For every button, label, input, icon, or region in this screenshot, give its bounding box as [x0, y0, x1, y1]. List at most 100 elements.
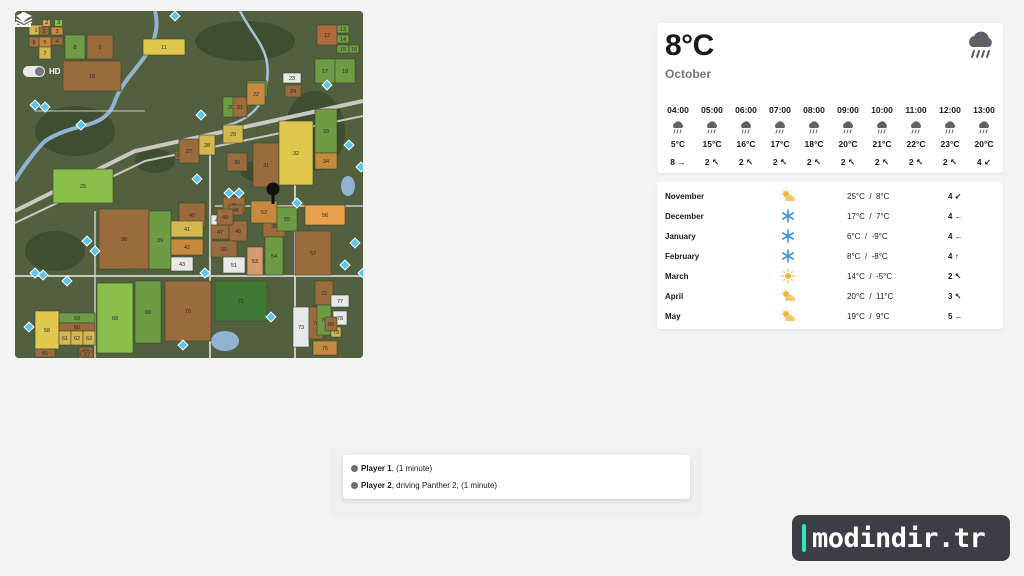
forecast-temperatures: 20°C / 11°C — [847, 292, 893, 301]
map-field[interactable]: 14 — [336, 34, 350, 44]
map-field[interactable]: 21 — [232, 96, 248, 118]
map-field[interactable]: 29 — [222, 124, 244, 144]
forecast-wind: 4 ← — [948, 212, 963, 221]
map-field[interactable]: 33 — [314, 108, 338, 154]
map-field[interactable]: 32 — [278, 120, 314, 186]
map-field[interactable]: 69 — [134, 280, 162, 344]
map-field[interactable]: 22 — [246, 82, 266, 106]
map-field[interactable]: 75 — [312, 340, 338, 356]
map-field[interactable]: 31 — [252, 142, 280, 188]
map-field[interactable]: 17 — [314, 58, 336, 84]
watermark-text: modindir.tr — [812, 522, 986, 554]
field-number: 34 — [323, 159, 329, 165]
map-field[interactable]: 23 — [282, 72, 302, 84]
hd-toggle[interactable]: HD — [23, 66, 61, 77]
map-field[interactable]: 15 — [336, 44, 350, 54]
forecast-high: 17°C — [847, 211, 865, 221]
field-number: 60 — [74, 325, 80, 331]
map-field[interactable]: 57 — [294, 230, 332, 276]
map-field[interactable]: 62 — [70, 330, 84, 346]
toggle-track[interactable] — [23, 66, 45, 77]
map-field[interactable]: 8 — [64, 34, 86, 60]
player-row[interactable]: Player 2 , driving Panther 2, (1 minute) — [351, 481, 497, 490]
map-field[interactable]: 59 — [58, 312, 96, 324]
map-field[interactable]: 65 — [34, 348, 56, 358]
field-number: 58 — [44, 328, 50, 334]
map-field[interactable]: 7 — [38, 46, 52, 60]
map-field[interactable]: 58 — [34, 310, 60, 350]
map-field[interactable]: 53 — [246, 246, 264, 276]
forecast-low: 7°C — [876, 211, 890, 221]
map-field[interactable]: 47 — [210, 224, 230, 240]
snowflake-icon — [780, 229, 796, 243]
wind-direction-icon: ↖ — [847, 157, 856, 167]
map-field[interactable]: 72 — [314, 280, 334, 306]
map-field[interactable]: 42 — [170, 238, 204, 256]
map-field[interactable]: 54 — [264, 236, 284, 276]
map-field[interactable]: 38 — [98, 208, 150, 270]
map-field[interactable]: 61 — [58, 330, 72, 346]
map-field[interactable]: 68 — [96, 282, 134, 354]
map-field[interactable]: 55 — [276, 206, 298, 232]
forecast-low: -9°C — [871, 231, 888, 241]
hour-temperature: 16°C — [736, 139, 756, 149]
map-field[interactable]: 43 — [170, 256, 194, 272]
map-canvas[interactable]: 1234567891011121314151617181920212223242… — [15, 11, 363, 358]
map-field[interactable]: 49 — [216, 208, 234, 226]
map-field[interactable]: 70 — [164, 280, 212, 342]
map-field[interactable]: 18 — [334, 58, 356, 84]
map-field[interactable]: 80 — [324, 316, 338, 332]
map-field[interactable]: 13 — [336, 24, 350, 34]
map-field[interactable]: 2 — [38, 26, 50, 36]
map-field[interactable]: 51 — [222, 256, 246, 274]
player-row[interactable]: Player 1 , (1 minute) — [351, 464, 432, 473]
map-field[interactable]: 27 — [178, 138, 200, 164]
map-field[interactable]: 67 — [80, 350, 94, 358]
field-number: 78 — [337, 316, 343, 322]
map-field[interactable]: 3 — [50, 26, 64, 36]
map-field[interactable]: 6 — [28, 36, 40, 48]
forecast-low: -5°C — [876, 271, 893, 281]
field-number: 75 — [322, 346, 328, 352]
map-field[interactable]: 73 — [292, 306, 310, 348]
field-number: 57 — [310, 251, 316, 257]
farm-map[interactable]: 1234567891011121314151617181920212223242… — [15, 11, 363, 358]
map-field[interactable]: 34 — [314, 152, 338, 170]
map-field[interactable]: 60 — [58, 322, 96, 332]
field-number: 63 — [86, 336, 92, 342]
field-number: 17 — [322, 69, 328, 75]
field-number: 12 — [324, 33, 330, 39]
wind-speed: 8 — [670, 157, 675, 167]
map-field[interactable]: 52 — [250, 200, 278, 224]
wind-speed: 4 — [976, 157, 982, 167]
map-field[interactable]: 5 — [38, 36, 52, 48]
map-field[interactable]: 9 — [86, 34, 114, 60]
field-number: 56 — [322, 213, 328, 219]
map-field[interactable]: 41 — [170, 220, 204, 238]
map-field[interactable]: 24 — [284, 84, 302, 98]
map-field[interactable]: 50 — [210, 240, 238, 258]
forecast-temperatures: 19°C / 9°C — [847, 312, 889, 321]
temp-separator: / — [869, 271, 872, 281]
map-field[interactable]: 12 — [316, 24, 338, 46]
map-field[interactable]: 71 — [214, 280, 268, 322]
wind-speed: 2 — [738, 157, 744, 167]
wind-speed: 5 — [948, 311, 953, 321]
map-field[interactable]: 77 — [330, 294, 350, 308]
map-field[interactable]: 63 — [82, 330, 96, 346]
map-field[interactable]: 10 — [62, 60, 122, 92]
wind-speed: 2 — [840, 157, 846, 167]
map-field[interactable]: 28 — [198, 134, 216, 156]
map-field[interactable]: 16 — [348, 44, 360, 54]
map-field[interactable]: 4 — [50, 36, 64, 46]
current-weather-card: 8°C October 04:00 5°C 8 → 05:00 15°C 2 ↖ 06:00… — [657, 23, 1003, 173]
field-number: 4 — [55, 39, 58, 45]
player-name: Player 1 — [361, 464, 392, 473]
map-field[interactable]: 39 — [148, 210, 172, 270]
map-field[interactable]: 56 — [304, 204, 346, 226]
map-field[interactable]: 25 — [52, 168, 114, 204]
map-field[interactable]: 11 — [142, 38, 186, 56]
map-field[interactable]: 30 — [226, 152, 248, 172]
download-icon[interactable] — [15, 11, 31, 27]
hour-column: 04:00 5°C 8 → — [661, 105, 695, 168]
